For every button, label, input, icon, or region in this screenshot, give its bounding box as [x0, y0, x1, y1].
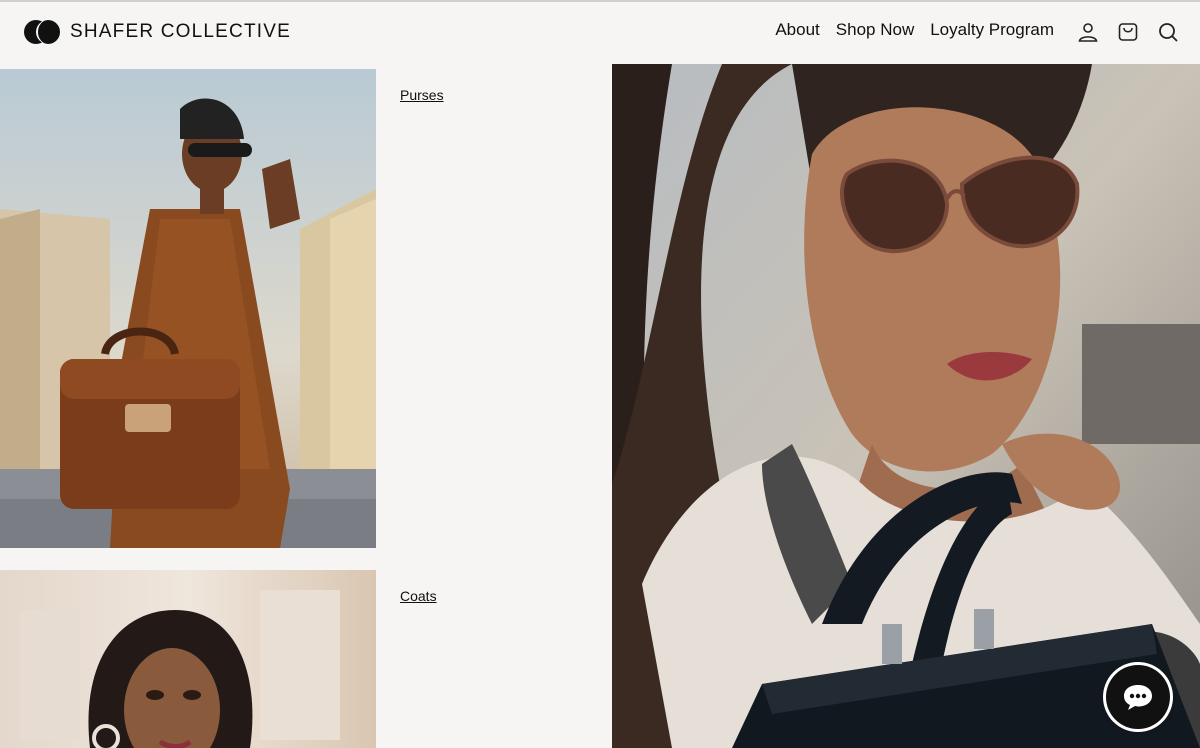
chat-button[interactable]	[1106, 665, 1170, 729]
nav-about[interactable]: About	[775, 20, 819, 40]
nav-shop-now[interactable]: Shop Now	[836, 20, 914, 40]
purses-image[interactable]	[0, 69, 376, 548]
hero-image	[612, 64, 1200, 748]
account-icon[interactable]	[1074, 18, 1102, 46]
purses-link[interactable]: Purses	[400, 87, 444, 103]
search-icon[interactable]	[1154, 18, 1182, 46]
chat-bubble-icon	[1124, 685, 1152, 710]
double-circle-logo-icon	[24, 20, 60, 44]
main-nav: About Shop Now Loyalty Program	[775, 20, 1054, 40]
top-border	[0, 0, 1200, 2]
coats-link[interactable]: Coats	[400, 588, 437, 604]
cart-icon[interactable]	[1114, 18, 1142, 46]
header-icons	[1074, 18, 1182, 46]
nav-loyalty-program[interactable]: Loyalty Program	[930, 20, 1054, 40]
coats-image[interactable]	[0, 570, 376, 748]
site-header: SHAFER COLLECTIVE About Shop Now Loyalty…	[0, 0, 1200, 64]
brand-name: SHAFER COLLECTIVE	[70, 21, 292, 42]
brand-logo[interactable]: SHAFER COLLECTIVE	[24, 20, 291, 44]
